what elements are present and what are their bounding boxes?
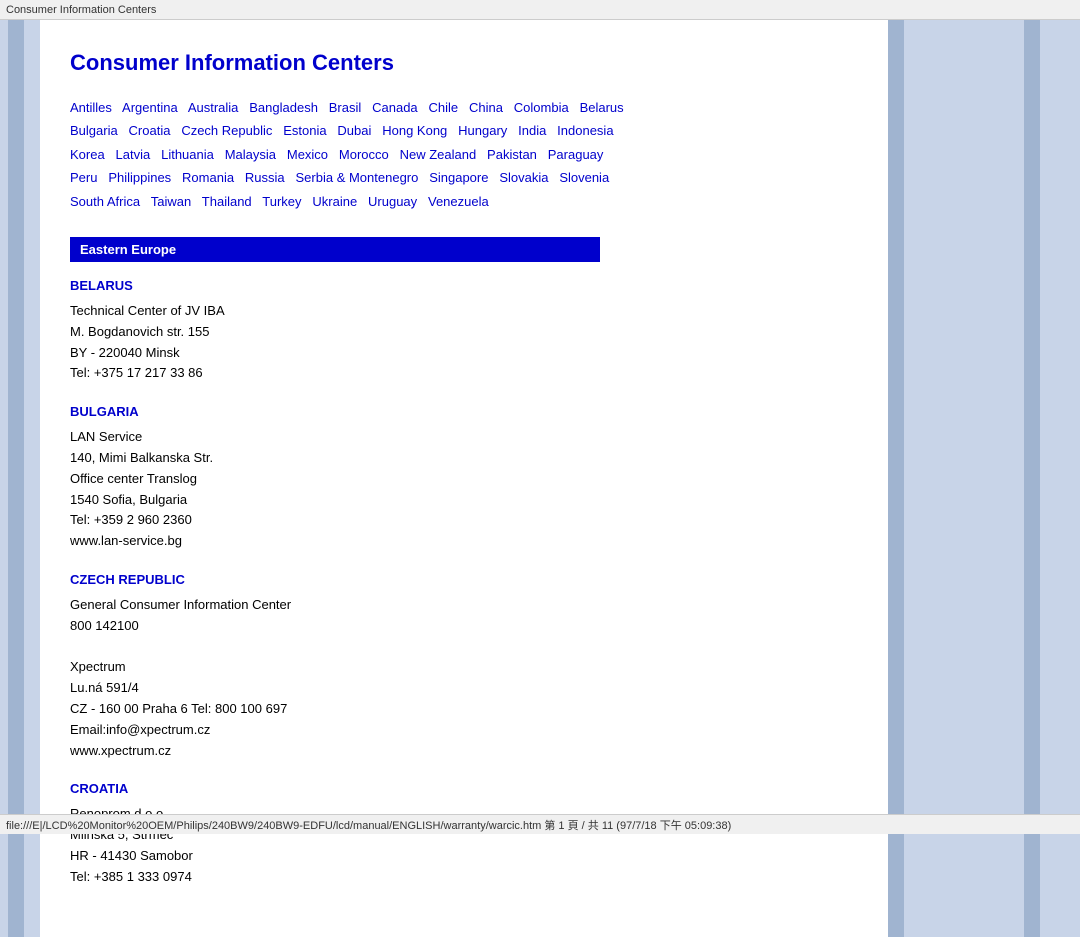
link-romania[interactable]: Romania (182, 170, 234, 185)
link-indonesia[interactable]: Indonesia (557, 123, 613, 138)
status-bar-text: file:///E|/LCD%20Monitor%20OEM/Philips/2… (6, 817, 731, 833)
country-block-bulgaria: BULGARIA LAN Service 140, Mimi Balkanska… (70, 404, 858, 552)
link-singapore[interactable]: Singapore (429, 170, 488, 185)
link-china[interactable]: China (469, 100, 503, 115)
link-slovenia[interactable]: Slovenia (559, 170, 609, 185)
link-hong-kong[interactable]: Hong Kong (382, 123, 447, 138)
left-sidebar-inner (8, 20, 24, 937)
link-antilles[interactable]: Antilles (70, 100, 112, 115)
link-pakistan[interactable]: Pakistan (487, 147, 537, 162)
far-right-bar (1024, 20, 1040, 937)
link-paraguay[interactable]: Paraguay (548, 147, 604, 162)
link-chile[interactable]: Chile (429, 100, 459, 115)
right-sidebar-gap (904, 20, 1024, 937)
link-thailand[interactable]: Thailand (202, 194, 252, 209)
country-title-bulgaria: BULGARIA (70, 404, 858, 419)
link-canada[interactable]: Canada (372, 100, 418, 115)
link-philippines[interactable]: Philippines (108, 170, 171, 185)
section-header: Eastern Europe (70, 237, 600, 262)
link-new-zealand[interactable]: New Zealand (400, 147, 477, 162)
link-venezuela[interactable]: Venezuela (428, 194, 489, 209)
link-brasil[interactable]: Brasil (329, 100, 362, 115)
link-lithuania[interactable]: Lithuania (161, 147, 214, 162)
country-info-belarus: Technical Center of JV IBA M. Bogdanovic… (70, 301, 858, 384)
main-content: Consumer Information Centers Antilles Ar… (40, 20, 888, 937)
country-title-czech-republic: CZECH REPUBLIC (70, 572, 858, 587)
country-block-croatia: CROATIA Renoprom d.o.o. Mlinska 5, Strme… (70, 781, 858, 887)
link-taiwan[interactable]: Taiwan (151, 194, 191, 209)
link-croatia[interactable]: Croatia (129, 123, 171, 138)
link-ukraine[interactable]: Ukraine (312, 194, 357, 209)
link-slovakia[interactable]: Slovakia (499, 170, 548, 185)
country-block-czech-republic: CZECH REPUBLIC General Consumer Informat… (70, 572, 858, 761)
link-colombia[interactable]: Colombia (514, 100, 569, 115)
link-argentina[interactable]: Argentina (122, 100, 178, 115)
link-czech-republic[interactable]: Czech Republic (181, 123, 272, 138)
country-info-bulgaria: LAN Service 140, Mimi Balkanska Str. Off… (70, 427, 858, 552)
left-sidebar (0, 20, 40, 937)
link-belarus[interactable]: Belarus (580, 100, 624, 115)
links-section: Antilles Argentina Australia Bangladesh … (70, 96, 858, 213)
right-sidebar-bar (888, 20, 904, 937)
link-morocco[interactable]: Morocco (339, 147, 389, 162)
title-bar: Consumer Information Centers (0, 0, 1080, 20)
title-bar-text: Consumer Information Centers (6, 4, 156, 16)
link-peru[interactable]: Peru (70, 170, 97, 185)
link-serbia-montenegro[interactable]: Serbia & Montenegro (296, 170, 419, 185)
link-uruguay[interactable]: Uruguay (368, 194, 417, 209)
link-south-africa[interactable]: South Africa (70, 194, 140, 209)
link-malaysia[interactable]: Malaysia (225, 147, 276, 162)
link-india[interactable]: India (518, 123, 546, 138)
link-hungary[interactable]: Hungary (458, 123, 507, 138)
far-right-extra (1040, 20, 1080, 937)
link-korea[interactable]: Korea (70, 147, 105, 162)
link-australia[interactable]: Australia (188, 100, 239, 115)
country-block-belarus: BELARUS Technical Center of JV IBA M. Bo… (70, 278, 858, 384)
link-latvia[interactable]: Latvia (116, 147, 151, 162)
link-turkey[interactable]: Turkey (262, 194, 301, 209)
country-title-croatia: CROATIA (70, 781, 858, 796)
link-bangladesh[interactable]: Bangladesh (249, 100, 318, 115)
country-title-belarus: BELARUS (70, 278, 858, 293)
link-dubai[interactable]: Dubai (337, 123, 371, 138)
page-title: Consumer Information Centers (70, 50, 858, 76)
country-info-czech-republic: General Consumer Information Center 800 … (70, 595, 858, 761)
status-bar: file:///E|/LCD%20Monitor%20OEM/Philips/2… (0, 814, 1080, 834)
link-estonia[interactable]: Estonia (283, 123, 326, 138)
link-mexico[interactable]: Mexico (287, 147, 328, 162)
link-russia[interactable]: Russia (245, 170, 285, 185)
link-bulgaria[interactable]: Bulgaria (70, 123, 118, 138)
